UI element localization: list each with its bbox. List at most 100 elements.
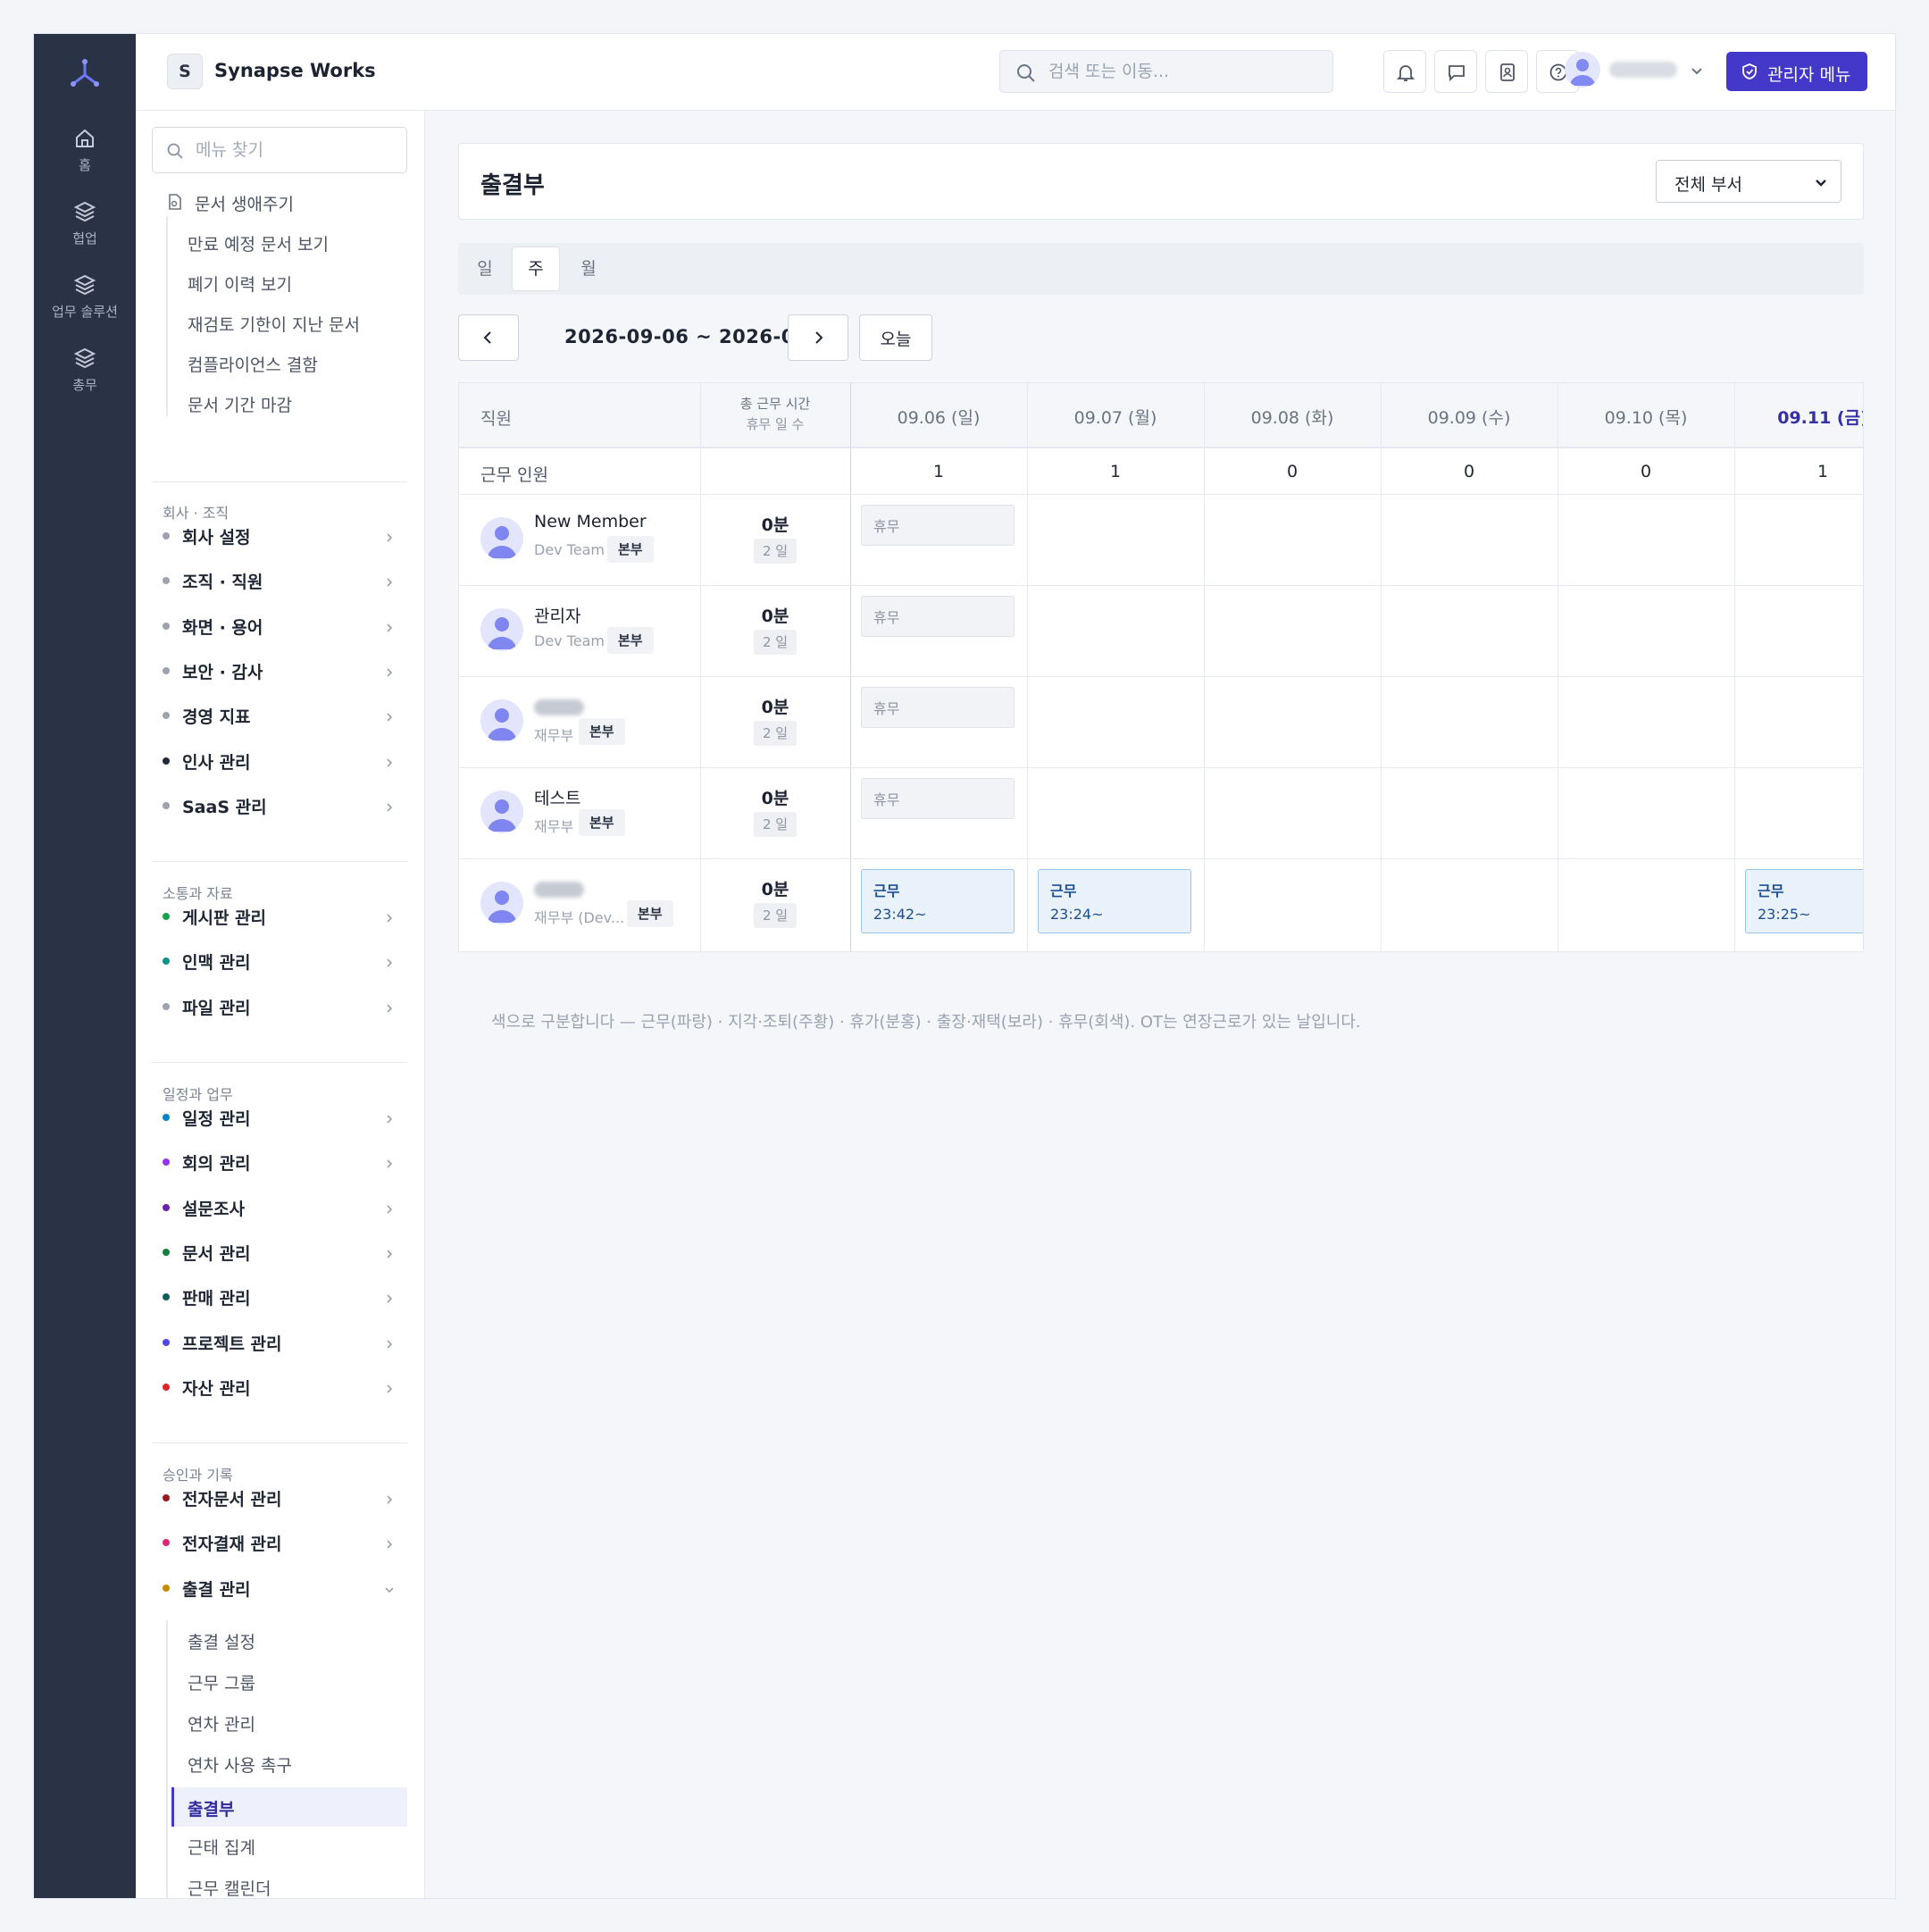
employee-avatar[interactable]	[480, 699, 523, 742]
doc-lifecycle-item[interactable]: 만료 예정 문서 보기	[188, 231, 329, 255]
user-name-redacted[interactable]	[1609, 62, 1677, 78]
menu-search-input[interactable]	[196, 128, 399, 172]
user-icon	[1570, 59, 1595, 86]
sidebar-nav-item[interactable]: 문서 관리	[152, 1235, 407, 1267]
global-search-input[interactable]	[1048, 51, 1316, 92]
employee-name[interactable]: New Member	[534, 512, 647, 531]
employee-department: 재무부 (Dev...	[534, 909, 625, 926]
sidebar-nav-label: 설문조사	[182, 1199, 245, 1219]
chevron-right-icon	[387, 1384, 393, 1393]
employee-org-badge: 본부	[579, 718, 625, 745]
attendance-item[interactable]: 연차 사용 촉구	[188, 1752, 292, 1777]
tab-day[interactable]: 일	[463, 247, 506, 291]
next-week-button[interactable]	[788, 314, 848, 361]
menu-search[interactable]	[152, 127, 407, 173]
employee-rest-days: 2 일	[754, 630, 797, 655]
day-cell-work[interactable]: 근무 23:24~	[1038, 869, 1191, 933]
sidebar-nav-item[interactable]: 인사 관리	[152, 744, 407, 776]
status-dot	[163, 958, 170, 966]
brand-badge[interactable]: S	[167, 54, 203, 89]
attendance-item[interactable]: 근태 집계	[188, 1835, 255, 1859]
sidebar-nav-label: 화면 · 용어	[182, 617, 263, 638]
attendance-item[interactable]: 연차 관리	[188, 1711, 255, 1735]
doc-lifecycle-item[interactable]: 폐기 이력 보기	[188, 272, 292, 296]
employee-name[interactable]: 관리자	[534, 603, 580, 627]
day-cell-work[interactable]: 근무 23:42~	[861, 869, 1015, 933]
brand-name[interactable]: Synapse Works	[214, 60, 376, 81]
sidebar-nav-item[interactable]: 게시판 관리	[152, 899, 407, 932]
sidebar-nav-item[interactable]: 회사 설정	[152, 519, 407, 551]
sidebar-nav-item[interactable]: SaaS 관리	[152, 789, 407, 821]
headcount-value: 0	[1463, 462, 1475, 481]
tab-week[interactable]: 주	[512, 247, 560, 291]
tab-month[interactable]: 월	[567, 247, 610, 291]
employee-avatar[interactable]	[480, 882, 523, 924]
rail-item-0[interactable]: 홈	[34, 127, 136, 174]
admin-menu-button[interactable]: 관리자 메뉴	[1726, 52, 1867, 91]
employee-avatar[interactable]	[480, 608, 523, 651]
sidebar-nav-item[interactable]: 파일 관리	[152, 990, 407, 1022]
sidebar-nav-label: 조직 · 직원	[182, 573, 263, 593]
sidebar-nav-item[interactable]: 전자문서 관리	[152, 1481, 407, 1513]
sidebar-nav-item[interactable]: 보안 · 감사	[152, 654, 407, 686]
sidebar-nav-label: 게시판 관리	[182, 908, 267, 928]
attendance-item[interactable]: 근무 그룹	[188, 1670, 255, 1694]
contacts-button[interactable]	[1485, 50, 1528, 93]
chevron-right-icon	[387, 623, 393, 632]
employee-name[interactable]: 테스트	[534, 785, 580, 809]
employee-avatar[interactable]	[480, 790, 523, 833]
notifications-button[interactable]	[1383, 50, 1426, 93]
employee-total-hours: 0분	[761, 606, 789, 626]
sidebar-nav-item[interactable]: 자산 관리	[152, 1370, 407, 1402]
day-cell-work[interactable]: 근무 23:25~	[1745, 869, 1863, 933]
employee-name-redacted[interactable]	[534, 699, 584, 715]
user-avatar[interactable]	[1565, 52, 1600, 88]
work-start-time: 23:24~	[1050, 906, 1104, 923]
nav-chevron	[384, 620, 395, 637]
sidebar-nav-item[interactable]: 인맥 관리	[152, 944, 407, 976]
employee-name-redacted[interactable]	[534, 882, 584, 898]
chevron-right-icon	[815, 331, 823, 344]
rail-item-1[interactable]: 협업	[34, 200, 136, 247]
employee-org-badge: 본부	[607, 536, 654, 563]
department-select[interactable]: 전체 부서	[1656, 160, 1841, 203]
sidebar-nav-item[interactable]: 회의 관리	[152, 1145, 407, 1177]
prev-week-button[interactable]	[458, 314, 519, 361]
day-cell-off[interactable]: 휴무	[861, 778, 1015, 819]
sidebar-nav-item[interactable]: 경영 지표	[152, 698, 407, 731]
nav-chevron	[384, 1291, 395, 1308]
status-dot	[163, 1539, 170, 1547]
messages-button[interactable]	[1434, 50, 1477, 93]
attendance-item[interactable]: 근무 캘린더	[188, 1876, 271, 1898]
rail-item-3[interactable]: 총무	[34, 347, 136, 394]
sidebar-nav-item[interactable]: 화면 · 용어	[152, 609, 407, 641]
sidebar-nav-item[interactable]: 조직 · 직원	[152, 564, 407, 596]
sidebar-nav-item[interactable]: 프로젝트 관리	[152, 1326, 407, 1358]
sidebar-nav-item[interactable]: 출결 관리	[152, 1571, 407, 1603]
status-dot	[163, 1158, 170, 1167]
day-cell-off[interactable]: 휴무	[861, 596, 1015, 637]
status-dot	[163, 577, 170, 585]
employee-avatar[interactable]	[480, 517, 523, 560]
nav-chevron	[384, 1156, 395, 1173]
sidebar-nav-item[interactable]: 일정 관리	[152, 1100, 407, 1133]
day-cell-off[interactable]: 휴무	[861, 687, 1015, 728]
employee-total-hours: 0분	[761, 698, 789, 717]
header-day: 09.08 (화)	[1250, 408, 1334, 428]
sidebar-nav-item[interactable]: 판매 관리	[152, 1280, 407, 1312]
employee-total-hours: 0분	[761, 880, 789, 899]
doc-lifecycle-item[interactable]: 컴플라이언스 결함	[188, 352, 318, 376]
sidebar-nav-item[interactable]: 설문조사	[152, 1191, 407, 1223]
today-button[interactable]: 오늘	[859, 314, 932, 361]
attendance-item[interactable]: 출결 설정	[188, 1629, 255, 1653]
chevron-down-icon[interactable]	[1690, 64, 1704, 79]
doc-lifecycle-item[interactable]: 문서 기간 마감	[188, 392, 292, 416]
day-cell-off[interactable]: 휴무	[861, 505, 1015, 546]
rail-item-2[interactable]: 업무 솔루션	[34, 273, 136, 321]
sidebar-nav-item[interactable]: 전자결재 관리	[152, 1526, 407, 1558]
nav-chevron	[384, 1336, 395, 1353]
attendance-item-active[interactable]: 출결부	[171, 1787, 407, 1827]
global-search[interactable]	[999, 50, 1333, 93]
doc-lifecycle-item[interactable]: 재검토 기한이 지난 문서	[188, 312, 360, 336]
app-logo-icon[interactable]	[68, 55, 102, 89]
